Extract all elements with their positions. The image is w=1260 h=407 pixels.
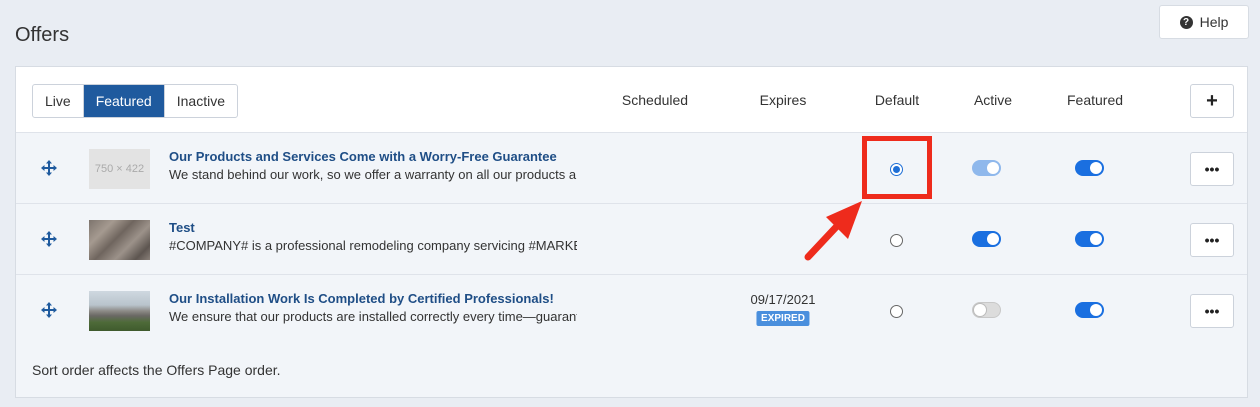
offer-description: We stand behind our work, so we offer a … <box>169 167 577 182</box>
active-toggle[interactable] <box>972 302 1001 318</box>
featured-toggle[interactable] <box>1075 160 1104 176</box>
offer-description: #COMPANY# is a professional remodeling c… <box>169 238 577 253</box>
default-radio[interactable] <box>890 305 903 318</box>
ellipsis-icon: ••• <box>1204 303 1220 319</box>
expires-date: 09/17/2021 <box>750 292 816 307</box>
more-options-button[interactable]: ••• <box>1190 223 1234 257</box>
featured-toggle[interactable] <box>1075 231 1104 247</box>
active-toggle[interactable] <box>972 231 1001 247</box>
question-circle-icon: ? <box>1179 15 1193 29</box>
offer-thumbnail <box>89 291 150 331</box>
filter-tabs: Live Featured Inactive <box>32 84 238 118</box>
drag-handle-icon[interactable] <box>40 159 58 177</box>
ellipsis-icon: ••• <box>1204 232 1220 248</box>
active-toggle[interactable] <box>972 160 1001 176</box>
offer-title[interactable]: Test <box>169 220 579 235</box>
tab-featured[interactable]: Featured <box>82 85 164 117</box>
offer-description: We ensure that our products are installe… <box>169 309 577 324</box>
table-row: 750 × 422 Our Products and Services Come… <box>16 134 1247 204</box>
offers-panel: Live Featured Inactive Scheduled Expires… <box>15 66 1248 398</box>
default-radio[interactable] <box>890 234 903 247</box>
expires-cell: 09/17/2021 EXPIRED <box>750 292 816 326</box>
footnote: Sort order affects the Offers Page order… <box>32 362 281 378</box>
column-header-scheduled: Scheduled <box>621 92 689 108</box>
drag-handle-icon[interactable] <box>40 230 58 248</box>
add-offer-button[interactable]: + <box>1190 84 1234 118</box>
offer-title[interactable]: Our Products and Services Come with a Wo… <box>169 149 579 164</box>
ellipsis-icon: ••• <box>1204 161 1220 177</box>
offer-title[interactable]: Our Installation Work Is Completed by Ce… <box>169 291 579 306</box>
column-header-expires: Expires <box>759 92 807 108</box>
tab-live[interactable]: Live <box>33 85 83 117</box>
column-header-default: Default <box>874 92 920 108</box>
featured-toggle[interactable] <box>1075 302 1104 318</box>
table-row: Our Installation Work Is Completed by Ce… <box>16 276 1247 346</box>
column-header-active: Active <box>973 92 1013 108</box>
column-header-featured: Featured <box>1066 92 1124 108</box>
default-radio[interactable] <box>890 163 903 176</box>
table-row: Test #COMPANY# is a professional remodel… <box>16 205 1247 275</box>
help-label: Help <box>1199 14 1229 30</box>
drag-handle-icon[interactable] <box>40 301 58 319</box>
more-options-button[interactable]: ••• <box>1190 294 1234 328</box>
offer-thumbnail <box>89 220 150 260</box>
plus-icon: + <box>1206 89 1218 112</box>
page-title: Offers <box>15 24 70 46</box>
more-options-button[interactable]: ••• <box>1190 152 1234 186</box>
offer-thumbnail: 750 × 422 <box>89 149 150 189</box>
status-badge: EXPIRED <box>756 311 810 326</box>
tab-inactive[interactable]: Inactive <box>163 85 237 117</box>
help-button[interactable]: ? Help <box>1159 5 1249 39</box>
table-header: Live Featured Inactive Scheduled Expires… <box>16 67 1247 133</box>
